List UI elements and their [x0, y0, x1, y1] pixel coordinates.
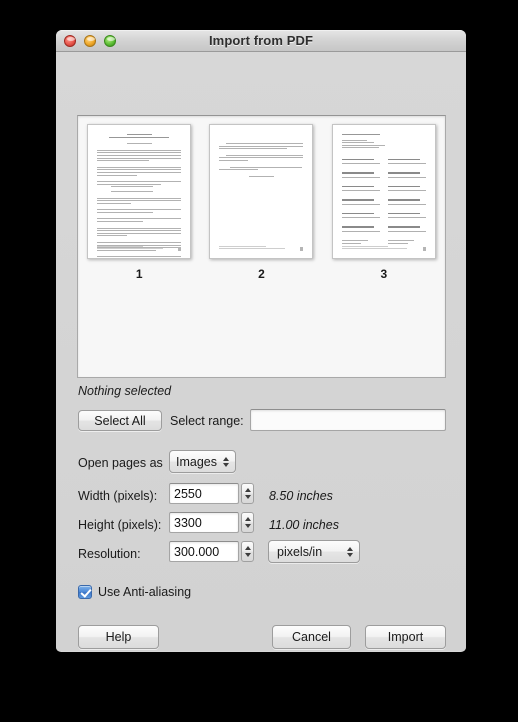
import-button[interactable]: Import: [365, 625, 446, 649]
page-preview-2[interactable]: [209, 124, 314, 259]
resolution-unit-value: pixels/in: [277, 544, 323, 559]
page-footer-marks: [341, 245, 426, 251]
resolution-label: Resolution:: [78, 547, 141, 561]
height-inches-text: 11.00 inches: [269, 518, 339, 532]
open-pages-as-label: Open pages as: [78, 456, 163, 470]
height-label: Height (pixels):: [78, 518, 162, 532]
selection-status-text: Nothing selected: [78, 384, 172, 398]
checkmark-icon[interactable]: [78, 585, 92, 599]
select-range-label: Select range:: [170, 414, 244, 428]
thumbnail-item[interactable]: 2: [207, 124, 315, 281]
width-label: Width (pixels):: [78, 489, 158, 503]
page-thumbnail-panel[interactable]: 1 2 3: [77, 115, 446, 378]
thumbnail-label: 2: [258, 267, 265, 281]
thumbnail-label: 1: [135, 267, 143, 281]
page-preview-content: [219, 134, 304, 249]
thumbnail-row: 1 2 3: [78, 124, 445, 281]
page-footer-marks: [219, 245, 304, 251]
resolution-input[interactable]: 300.000: [169, 541, 239, 562]
thumbnail-item[interactable]: 3: [330, 124, 438, 281]
select-all-button[interactable]: Select All: [78, 410, 162, 431]
use-antialiasing-label: Use Anti-aliasing: [98, 585, 192, 599]
resolution-unit-popup[interactable]: pixels/in: [268, 540, 360, 563]
width-stepper[interactable]: [241, 483, 254, 504]
select-range-input[interactable]: [250, 409, 446, 431]
open-pages-as-value: Images: [176, 454, 217, 469]
chevron-updown-icon: [347, 546, 353, 557]
cancel-button[interactable]: Cancel: [272, 625, 351, 649]
page-footer-marks: [97, 245, 182, 251]
use-antialiasing-checkbox-row[interactable]: Use Anti-aliasing: [78, 585, 191, 599]
page-preview-3[interactable]: [331, 124, 436, 259]
chevron-updown-icon: [223, 456, 229, 467]
page-preview-content: [341, 134, 426, 249]
width-input[interactable]: 2550: [169, 483, 239, 504]
resolution-stepper[interactable]: [241, 541, 254, 562]
window-title: Import from PDF: [208, 33, 314, 48]
thumbnail-label: 3: [380, 267, 388, 281]
page-preview-content: [97, 134, 182, 258]
height-stepper[interactable]: [241, 512, 254, 533]
thumbnail-item[interactable]: 1: [85, 124, 193, 281]
import-from-pdf-dialog: Import from PDF 1 2 3 Nothing selected S…: [56, 30, 466, 652]
window-titlebar[interactable]: Import from PDF: [56, 30, 466, 52]
open-pages-as-popup[interactable]: Images: [169, 450, 236, 473]
help-button[interactable]: Help: [78, 625, 159, 649]
height-input[interactable]: 3300: [169, 512, 239, 533]
page-preview-1[interactable]: [87, 124, 192, 259]
dialog-body: 1 2 3 Nothing selected Select All Select…: [56, 52, 466, 651]
width-inches-text: 8.50 inches: [269, 489, 333, 503]
